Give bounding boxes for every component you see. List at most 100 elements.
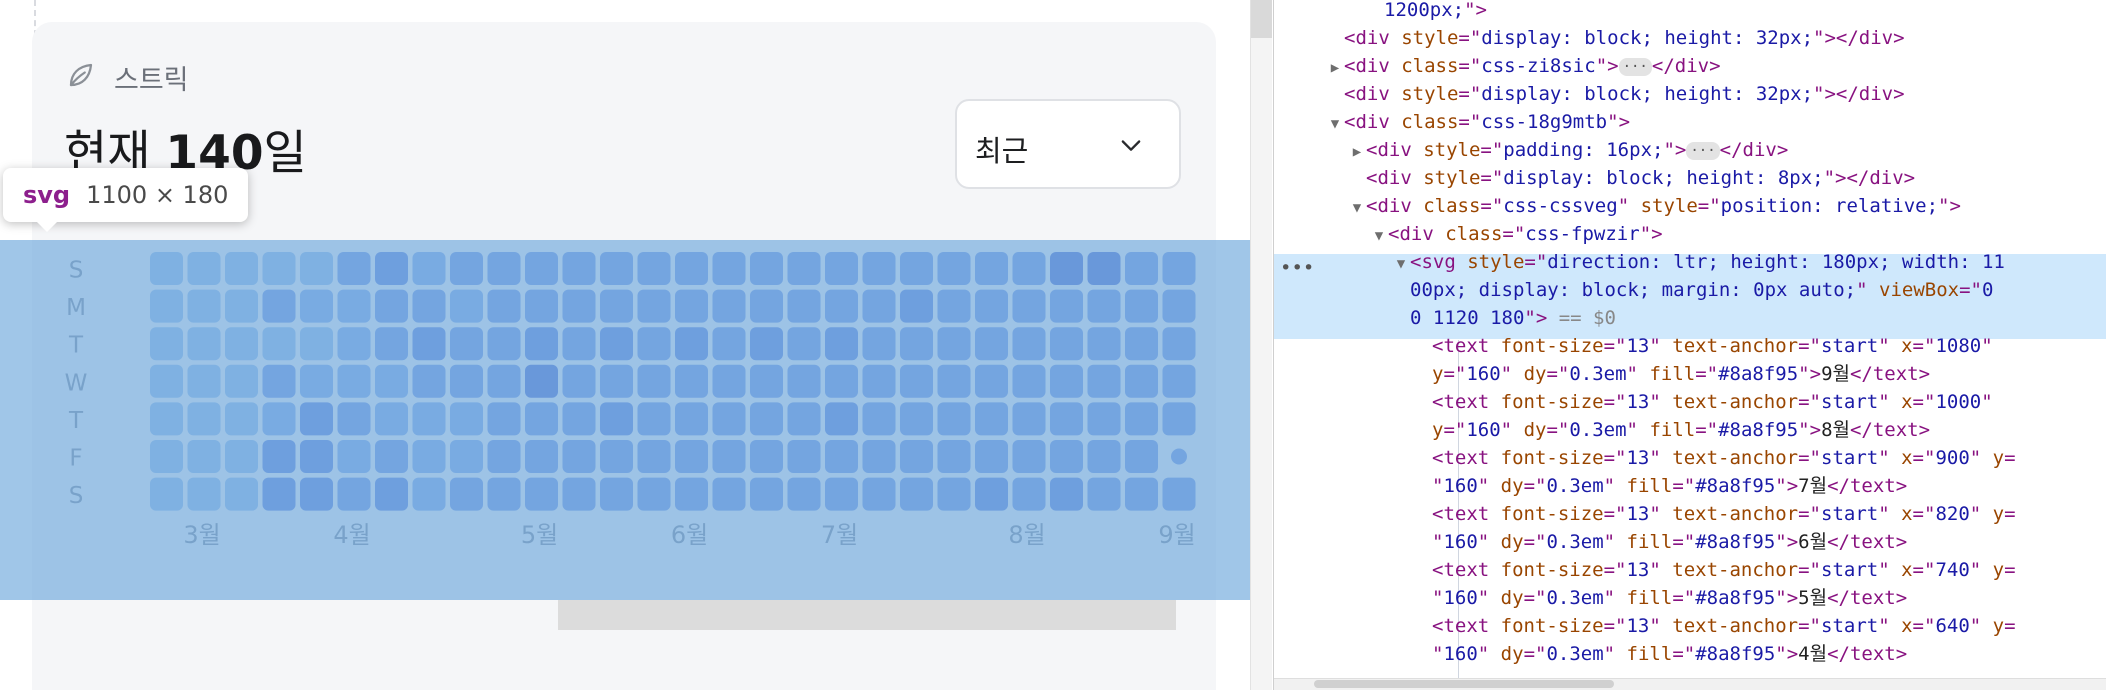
code-token: class — [1401, 55, 1459, 77]
code-token: <text — [1432, 503, 1501, 525]
code-token: #8a8f95 — [1695, 587, 1776, 609]
code-token: =" — [1458, 55, 1482, 77]
dom-node[interactable]: <text font-size="13" text-anchor="start"… — [1414, 500, 2016, 528]
page-scrollbar-thumb[interactable] — [1251, 0, 1273, 38]
dom-node[interactable]: ▼ <div class="css-18g9mtb"> — [1326, 108, 1630, 138]
code-token: <div — [1366, 139, 1424, 161]
code-token: " — [1626, 419, 1650, 441]
dom-node[interactable]: ▶ <div class="css-zi8sic"> ··· </div> — [1326, 52, 1721, 82]
code-token: </text> — [1827, 531, 1908, 553]
code-token: <svg — [1410, 251, 1468, 273]
dom-node[interactable]: <text font-size="13" text-anchor="start"… — [1414, 612, 2016, 640]
dom-node[interactable]: <div style="display: block; height: 8px;… — [1348, 164, 1915, 192]
code-token: <div — [1344, 27, 1402, 49]
code-token: padding: 16px; — [1503, 139, 1664, 161]
inspector-tooltip: svg 1100 × 180 — [3, 168, 249, 232]
dom-node[interactable]: y="160" dy="0.3em" fill="#8a8f95">8월</te… — [1414, 416, 1930, 444]
code-token: </text> — [1849, 419, 1931, 441]
code-token: 0.3em — [1569, 363, 1627, 385]
code-token: =" — [1443, 419, 1467, 441]
dom-node[interactable]: "160" dy="0.3em" fill="#8a8f95">7월</text… — [1414, 472, 1907, 500]
code-token: "> — [1938, 195, 1961, 217]
code-token: 160 — [1466, 363, 1501, 385]
dom-node-selected[interactable]: 0 1120 180"> == $0 — [1410, 304, 1616, 332]
code-token: 0 — [1981, 279, 1994, 301]
code-token: display: block; height: 32px; — [1481, 83, 1814, 105]
dom-node[interactable]: <text font-size="13" text-anchor="start"… — [1414, 444, 2016, 472]
dom-node[interactable]: ▼ <div class="css-fpwzir"> — [1370, 220, 1663, 250]
code-token: =" — [1798, 503, 1821, 525]
devtools-scrollbar-thumb[interactable] — [1314, 680, 1614, 688]
code-token: y — [1432, 363, 1444, 385]
code-token: =" — [1672, 475, 1696, 497]
dom-node-selected[interactable]: 00px; display: block; margin: 0px auto;"… — [1410, 276, 1993, 304]
code-token: " — [1649, 615, 1673, 637]
code-token: font-size — [1500, 615, 1604, 637]
code-token: 1000 — [1935, 391, 1982, 413]
code-token: font-size — [1500, 335, 1604, 357]
code-token: " — [1981, 391, 1993, 413]
code-token: dy — [1500, 531, 1524, 553]
dom-node[interactable]: <text font-size="13" text-anchor="start"… — [1414, 332, 1993, 360]
collapse-triangle-icon[interactable]: ▼ — [1326, 110, 1344, 138]
dom-node[interactable]: "160" dy="0.3em" fill="#8a8f95">6월</text… — [1414, 528, 1907, 556]
leaf-icon — [69, 63, 93, 87]
code-token: #8a8f95 — [1695, 643, 1776, 665]
code-token: 6월 — [1798, 531, 1828, 553]
collapse-triangle-icon[interactable]: ▼ — [1392, 250, 1410, 278]
code-token: 13 — [1626, 391, 1650, 413]
dom-node[interactable]: y="160" dy="0.3em" fill="#8a8f95">9월</te… — [1414, 360, 1930, 388]
code-token: =" — [1672, 587, 1696, 609]
code-token: 160 — [1466, 419, 1501, 441]
collapse-triangle-icon[interactable]: ▼ — [1348, 194, 1366, 222]
code-token: 0.3em — [1546, 587, 1604, 609]
dom-node[interactable]: <div style="display: block; height: 32px… — [1326, 80, 1905, 108]
expand-triangle-icon[interactable]: ▶ — [1348, 138, 1366, 166]
code-token: <text — [1432, 447, 1501, 469]
collapsed-children-badge[interactable]: ··· — [1686, 141, 1720, 160]
code-token: 5월 — [1798, 587, 1828, 609]
page-scrollbar[interactable] — [1250, 0, 1274, 690]
expand-triangle-icon[interactable]: ▶ — [1326, 54, 1344, 82]
dom-node-selected[interactable]: ▼ <svg style="direction: ltr; height: 180… — [1392, 248, 2005, 278]
code-token: =" — [1672, 531, 1696, 553]
code-token: dy — [1500, 475, 1524, 497]
dom-node[interactable]: "160" dy="0.3em" fill="#8a8f95">4월</text… — [1414, 640, 1907, 668]
dom-node[interactable]: <text font-size="13" text-anchor="start"… — [1414, 388, 1993, 416]
dom-node[interactable]: ▼ <div class="css-cssveg" style="position… — [1348, 192, 1961, 222]
code-token: "> — [1524, 307, 1548, 329]
code-token: = — [2004, 503, 2016, 525]
code-token: 1080 — [1935, 335, 1982, 357]
code-token: class — [1423, 195, 1481, 217]
code-token: " — [1500, 363, 1524, 385]
code-token: =" — [1912, 335, 1936, 357]
horizontal-scrollbar-thumb[interactable] — [558, 600, 1176, 630]
dom-node[interactable]: "160" dy="0.3em" fill="#8a8f95">5월</text… — [1414, 584, 1907, 612]
code-token: =" — [1458, 83, 1482, 105]
code-token: " — [1969, 503, 1993, 525]
period-select[interactable]: 최근 — [955, 99, 1181, 189]
code-token: =" — [1480, 139, 1504, 161]
page-viewport: 스트릭 현재 140일 최근 SMTWTFS3월4월5월6월7월8월9월 svg… — [0, 0, 1250, 690]
code-token: =" — [1603, 391, 1627, 413]
code-token: "> — [1775, 587, 1799, 609]
code-token: font-size — [1500, 503, 1604, 525]
code-token: "></div> — [1813, 27, 1905, 49]
code-token: fill — [1626, 587, 1673, 609]
code-token: 8월 — [1821, 419, 1850, 441]
code-token: css-zi8sic — [1481, 55, 1596, 77]
node-menu-dots[interactable]: ••• — [1280, 254, 1314, 282]
code-token: 0.3em — [1546, 475, 1604, 497]
code-token: =" — [1524, 251, 1548, 273]
dom-node[interactable]: <div style="display: block; height: 32px… — [1326, 24, 1905, 52]
dom-node[interactable]: 1200px;"> — [1384, 0, 1487, 24]
dom-node[interactable]: ▶ <div style="padding: 16px;"> ··· </div> — [1348, 136, 1789, 166]
dom-node[interactable]: <text font-size="13" text-anchor="start"… — [1414, 556, 2016, 584]
code-token: css-fpwzir — [1525, 223, 1640, 245]
code-token: =" — [1798, 559, 1821, 581]
code-token: = — [2004, 615, 2016, 637]
code-token: display: block; height: 8px; — [1503, 167, 1824, 189]
collapse-triangle-icon[interactable]: ▼ — [1370, 222, 1388, 250]
collapsed-children-badge[interactable]: ··· — [1618, 57, 1652, 76]
code-token: <div — [1366, 167, 1424, 189]
